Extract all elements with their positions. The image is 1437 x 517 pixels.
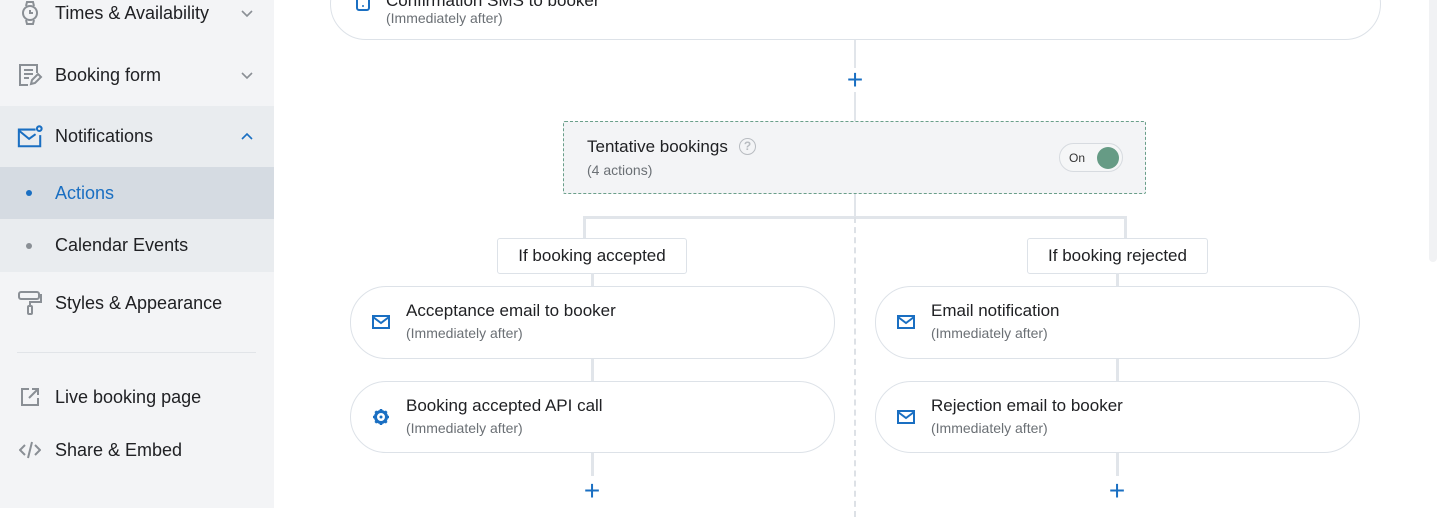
sidebar-item-label: Styles & Appearance [55, 292, 223, 313]
action-subtitle: (Immediately after) [406, 420, 523, 436]
connector [1116, 358, 1119, 381]
branch-label-accepted: If booking accepted [497, 238, 687, 274]
action-title: Email notification [931, 301, 1060, 320]
add-action-button[interactable]: + [1107, 477, 1127, 505]
sidebar-item-times-availability[interactable]: Times & Availability [0, 0, 274, 44]
action-subtitle: (Immediately after) [931, 420, 1048, 436]
mail-icon [897, 315, 915, 329]
sidebar-item-calendar-events[interactable]: Calendar Events [0, 219, 274, 272]
sidebar-item-label: Notifications [55, 126, 154, 146]
external-link-icon [17, 384, 43, 410]
toggle-label: On [1069, 151, 1086, 165]
code-icon [17, 437, 43, 463]
chevron-up-icon [241, 132, 253, 140]
toggle-knob [1097, 147, 1119, 169]
tentative-bookings-group[interactable]: Tentative bookings ? (4 actions) On [563, 121, 1146, 194]
action-card-confirmation-sms[interactable]: Confirmation SMS to booker (Immediately … [330, 0, 1381, 40]
sidebar-item-label: Live booking page [55, 386, 202, 407]
branch-label-rejected: If booking rejected [1027, 238, 1208, 274]
action-title: Rejection email to booker [931, 396, 1123, 415]
mail-notification-icon [17, 124, 43, 150]
scrollbar[interactable] [1429, 0, 1437, 262]
sidebar-item-label: Calendar Events [55, 235, 189, 255]
bullet-icon [26, 190, 32, 196]
sidebar-item-notifications[interactable]: Notifications [0, 106, 274, 167]
sidebar-item-booking-form[interactable]: Booking form [0, 44, 274, 106]
add-action-button[interactable]: + [582, 477, 602, 505]
connector [591, 452, 594, 476]
connector [854, 194, 856, 217]
sidebar: Times & Availability Booking form Notifi… [0, 0, 274, 508]
divider-dashed [854, 217, 856, 517]
group-title: Tentative bookings [587, 137, 728, 156]
form-edit-icon [17, 62, 43, 88]
paint-roller-icon [17, 290, 43, 316]
connector [1116, 452, 1119, 476]
chevron-down-icon [241, 10, 253, 18]
sidebar-item-actions[interactable]: Actions [0, 167, 274, 219]
action-card-api-call[interactable]: Booking accepted API call (Immediately a… [350, 381, 835, 453]
action-subtitle: (Immediately after) [406, 325, 523, 341]
sidebar-item-label: Times & Availability [55, 2, 210, 23]
bullet-icon [26, 242, 32, 249]
action-card-rejection-email[interactable]: Rejection email to booker (Immediately a… [875, 381, 1360, 453]
connector [591, 358, 594, 381]
sidebar-item-styles-appearance[interactable]: Styles & Appearance [0, 272, 274, 334]
action-card-acceptance-email[interactable]: Acceptance email to booker (Immediately … [350, 286, 835, 359]
help-icon[interactable]: ? [739, 138, 756, 155]
add-action-button[interactable]: + [845, 66, 865, 94]
sidebar-divider [17, 352, 256, 353]
action-card-email-notification[interactable]: Email notification (Immediately after) [875, 286, 1360, 359]
connector [583, 216, 586, 238]
connector [1116, 273, 1119, 287]
connector [1124, 216, 1127, 238]
sidebar-item-share-embed[interactable]: Share & Embed [0, 419, 274, 481]
sidebar-item-label: Actions [55, 182, 115, 203]
action-subtitle: (Immediately after) [931, 325, 1048, 341]
action-subtitle: (Immediately after) [386, 10, 503, 26]
gear-icon [373, 409, 389, 425]
tentative-toggle[interactable]: On [1059, 143, 1123, 172]
connector [854, 92, 856, 121]
mobile-icon [356, 0, 370, 11]
mail-icon [897, 410, 915, 424]
sidebar-item-label: Share & Embed [55, 439, 183, 460]
group-subtitle: (4 actions) [587, 162, 653, 178]
mail-icon [372, 315, 390, 329]
action-title: Booking accepted API call [406, 396, 603, 415]
action-title: Acceptance email to booker [406, 301, 616, 320]
watch-icon [17, 0, 43, 26]
chevron-down-icon [241, 72, 253, 80]
connector [591, 273, 594, 287]
sidebar-item-label: Booking form [55, 64, 162, 85]
